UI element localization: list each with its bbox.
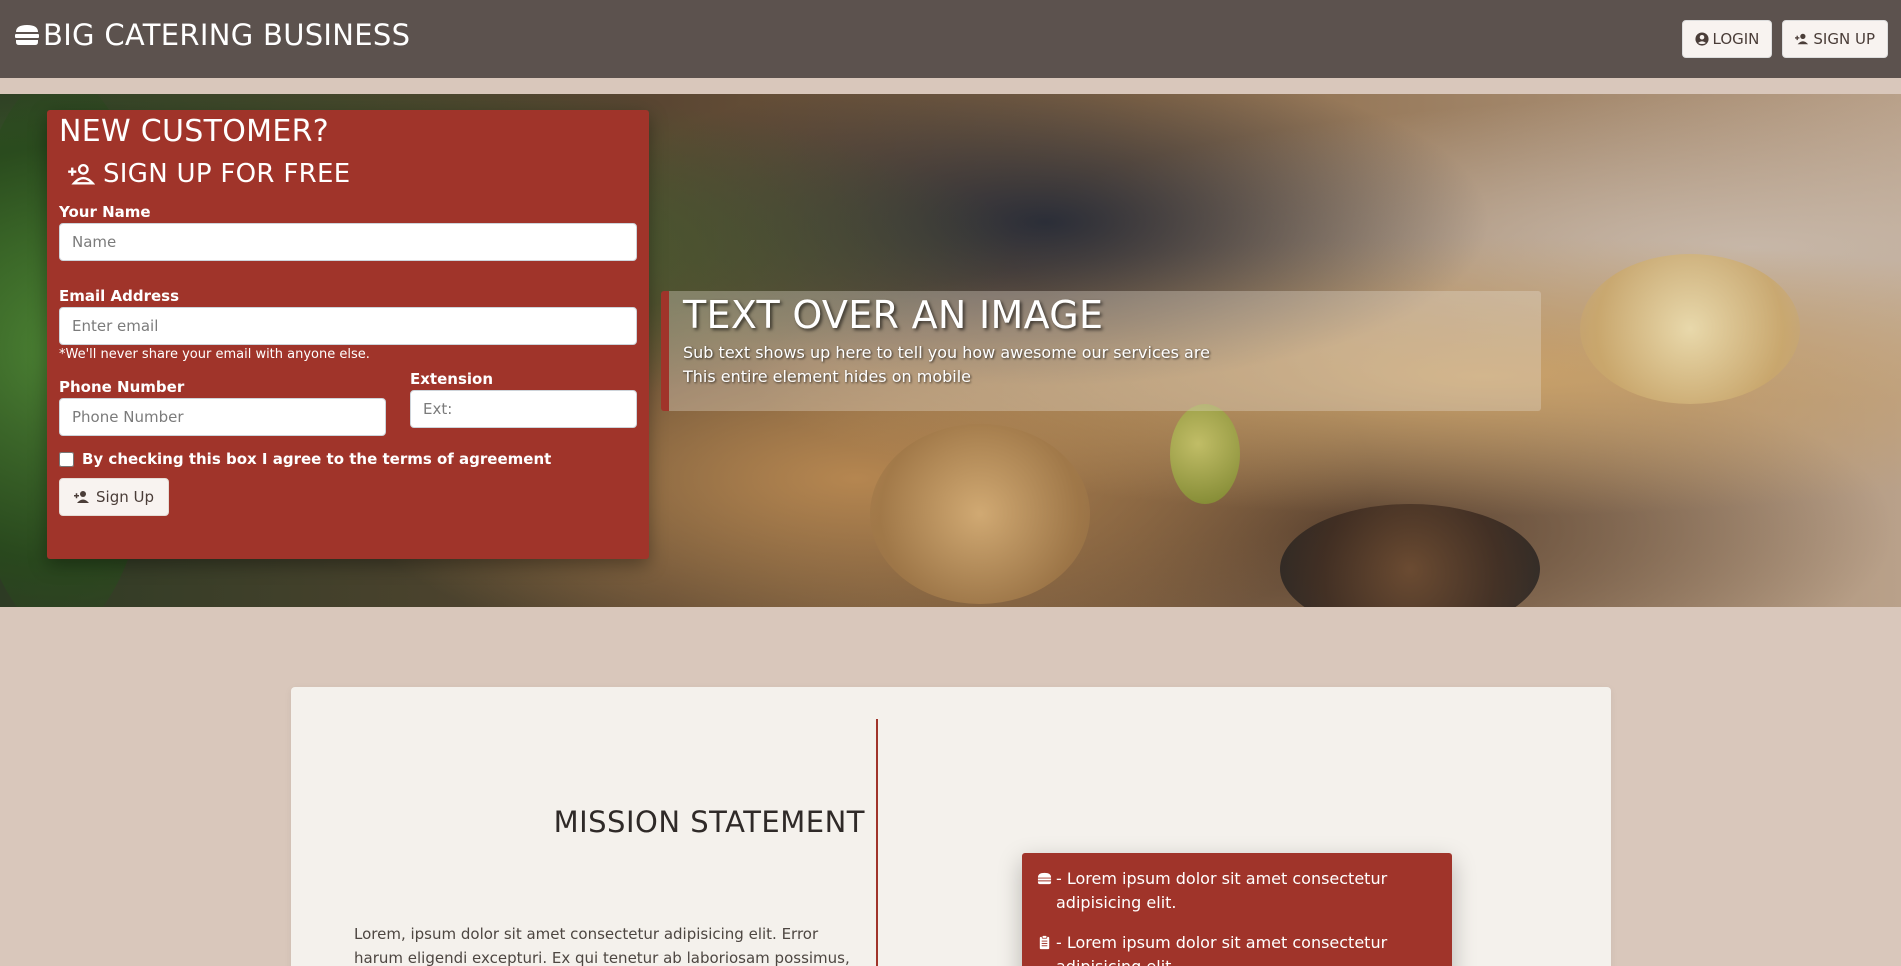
extension-input[interactable]	[410, 390, 637, 428]
email-label: Email Address	[59, 287, 180, 305]
user-plus-icon	[68, 163, 95, 185]
signup-card: NEW CUSTOMER? SIGN UP FOR FREE Your Name…	[47, 110, 649, 559]
feature-text: - Lorem ipsum dolor sit amet consectetur…	[1056, 933, 1388, 966]
feature-item: - Lorem ipsum dolor sit amet consectetur…	[1037, 867, 1437, 915]
signup-submit-label: Sign Up	[96, 488, 154, 506]
hero-pear	[1170, 404, 1240, 504]
signup-submit-button[interactable]: Sign Up	[59, 478, 169, 516]
email-help-text: *We'll never share your email with anyon…	[59, 347, 370, 362]
extension-col: Extension	[410, 362, 637, 436]
user-circle-icon	[1694, 32, 1709, 46]
feature-item: - Lorem ipsum dolor sit amet consectetur…	[1037, 931, 1437, 966]
signup-title: NEW CUSTOMER?	[59, 114, 329, 149]
terms-label[interactable]: By checking this box I agree to the term…	[82, 450, 551, 468]
brand[interactable]: BIG CATERING BUSINESS	[13, 18, 410, 52]
name-input[interactable]	[59, 223, 637, 261]
clipboard-icon	[1039, 935, 1050, 950]
terms-row: By checking this box I agree to the term…	[59, 450, 637, 468]
feature-text: - Lorem ipsum dolor sit amet consectetur…	[1056, 869, 1388, 912]
hero-overlay-title: TEXT OVER AN IMAGE	[683, 293, 1104, 337]
signup-subtitle-text: SIGN UP FOR FREE	[103, 159, 351, 189]
signup-subtitle: SIGN UP FOR FREE	[67, 159, 637, 189]
email-input[interactable]	[59, 307, 637, 345]
mission-text: Lorem, ipsum dolor sit amet consectetur …	[354, 925, 850, 966]
nav-buttons: LOGIN SIGN UP	[1681, 18, 1888, 58]
terms-checkbox[interactable]	[59, 451, 74, 467]
mission-divider	[876, 719, 878, 966]
hero-food-plate	[1280, 504, 1540, 607]
phone-label: Phone Number	[59, 378, 185, 396]
login-button[interactable]: LOGIN	[1681, 20, 1773, 58]
phone-row: Phone Number Extension	[59, 362, 637, 436]
hero-crackers	[870, 424, 1090, 604]
signup-nav-button[interactable]: SIGN UP	[1782, 20, 1888, 58]
features-box: - Lorem ipsum dolor sit amet consectetur…	[1022, 853, 1452, 966]
burger-icon	[15, 25, 39, 45]
extension-label: Extension	[410, 370, 493, 388]
mission-card: MISSION STATEMENT Lorem, ipsum dolor sit…	[291, 687, 1611, 966]
login-label: LOGIN	[1712, 30, 1760, 48]
burger-icon	[1037, 872, 1052, 885]
hero-overlay: TEXT OVER AN IMAGE Sub text shows up her…	[661, 291, 1541, 411]
hero-cheese	[1580, 254, 1800, 404]
signup-nav-label: SIGN UP	[1813, 30, 1875, 48]
mission-title: MISSION STATEMENT	[553, 805, 865, 839]
hero-overlay-line2: This entire element hides on mobile	[683, 367, 971, 386]
brand-title: BIG CATERING BUSINESS	[43, 18, 411, 52]
name-label: Your Name	[59, 203, 151, 221]
phone-input[interactable]	[59, 398, 386, 436]
user-plus-icon	[1795, 33, 1809, 45]
phone-col: Phone Number	[59, 362, 386, 436]
navbar: BIG CATERING BUSINESS LOGIN SIGN UP	[0, 0, 1901, 78]
hero-overlay-line1: Sub text shows up here to tell you how a…	[683, 343, 1210, 362]
user-plus-icon	[74, 491, 89, 503]
